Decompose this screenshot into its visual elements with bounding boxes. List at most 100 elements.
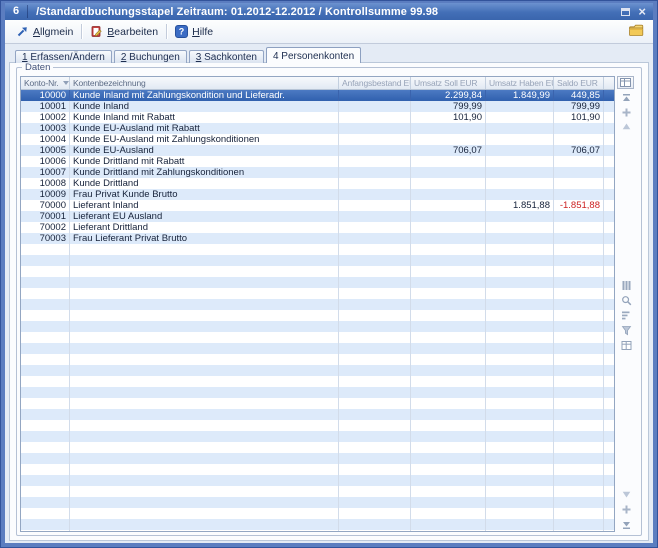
table-row-empty[interactable] — [21, 497, 614, 508]
table-row[interactable]: 10009Frau Privat Kunde Brutto — [21, 189, 614, 200]
hilfe-label: Hilfe — [192, 26, 213, 38]
cell-konto: 10004 — [21, 134, 70, 145]
table-row[interactable]: 10005Kunde EU-Ausland706,07706,07 — [21, 145, 614, 156]
table-row-empty[interactable] — [21, 486, 614, 497]
cell-soll — [411, 178, 486, 189]
cell-saldo: 449,85 — [554, 90, 604, 101]
title-bar[interactable]: 6 /Standardbuchungsstapel Zeitraum: 01.2… — [5, 3, 653, 20]
table-row-empty[interactable] — [21, 343, 614, 354]
cell-anfangsbestand — [339, 101, 411, 112]
table-row[interactable]: 10000Kunde Inland mit Zahlungskondition … — [21, 90, 614, 101]
filter-icon[interactable] — [620, 324, 633, 336]
table-row-empty[interactable] — [21, 266, 614, 277]
column-header-kontenbezeichnung[interactable]: Kontenbezeichnung — [70, 77, 339, 89]
groupbox-label: Daten — [22, 62, 53, 73]
cell-saldo — [554, 398, 604, 409]
table-row-empty[interactable] — [21, 508, 614, 519]
table-row-empty[interactable] — [21, 420, 614, 431]
cell-konto — [21, 310, 70, 321]
table-row-empty[interactable] — [21, 288, 614, 299]
tab-sachkonten[interactable]: 3 Sachkonten — [189, 50, 264, 63]
table-row[interactable]: 70000Lieferant Inland1.851,88-1.851,88 — [21, 200, 614, 211]
tab-buchungen[interactable]: 2 Buchungen — [114, 50, 187, 63]
column-chooser-button[interactable] — [617, 76, 634, 89]
cell-konto: 70002 — [21, 222, 70, 233]
cell-saldo — [554, 233, 604, 244]
restore-button[interactable] — [621, 8, 630, 16]
cell-saldo — [554, 453, 604, 464]
allgemein-button[interactable]: Allgmein — [10, 23, 79, 40]
table-row-empty[interactable] — [21, 310, 614, 321]
table-row-empty[interactable] — [21, 354, 614, 365]
go-first-icon[interactable] — [620, 92, 633, 104]
close-button[interactable]: × — [638, 6, 646, 17]
table-row[interactable]: 10001Kunde Inland799,99799,99 — [21, 101, 614, 112]
cell-soll — [411, 398, 486, 409]
table-row-empty[interactable] — [21, 519, 614, 530]
table-row[interactable]: 10002Kunde Inland mit Rabatt101,90101,90 — [21, 112, 614, 123]
hilfe-button[interactable]: ? Hilfe — [169, 23, 219, 40]
folder-icon[interactable] — [628, 24, 645, 42]
scroll-up-icon[interactable] — [620, 120, 633, 132]
cell-haben — [486, 332, 554, 343]
column-header-konto-nr[interactable]: Konto-Nr. — [21, 77, 70, 89]
cell-konto — [21, 343, 70, 354]
cell-soll — [411, 508, 486, 519]
table-row[interactable]: 70001Lieferant EU Ausland — [21, 211, 614, 222]
table-row[interactable]: 10007Kunde Drittland mit Zahlungskonditi… — [21, 167, 614, 178]
window-content: 1 Erfassen/Ändern 2 Buchungen 3 Sachkont… — [5, 44, 653, 543]
cell-haben — [486, 475, 554, 486]
table-row-empty[interactable] — [21, 398, 614, 409]
table-row-empty[interactable] — [21, 475, 614, 486]
tab-personenkonten[interactable]: 4 Personenkonten — [266, 47, 361, 63]
bearbeiten-button[interactable]: Bearbeiten — [84, 23, 164, 40]
table-row-empty[interactable] — [21, 409, 614, 420]
tab-strip: 1 Erfassen/Ändern 2 Buchungen 3 Sachkont… — [15, 47, 363, 63]
cell-soll — [411, 134, 486, 145]
column-header-umsatz-soll[interactable]: Umsatz Soll EUR — [411, 77, 486, 89]
sort-icon[interactable] — [620, 309, 633, 321]
scroll-down-icon[interactable] — [620, 488, 633, 500]
table-row-empty[interactable] — [21, 365, 614, 376]
table-row[interactable]: 70002Lieferant Drittland — [21, 222, 614, 233]
table-export-icon[interactable] — [620, 339, 633, 351]
table-row-empty[interactable] — [21, 321, 614, 332]
table-row[interactable]: 10008Kunde Drittland — [21, 178, 614, 189]
table-row-empty[interactable] — [21, 299, 614, 310]
table-row-empty[interactable] — [21, 376, 614, 387]
columns-icon[interactable] — [620, 279, 633, 291]
cell-bezeichnung — [70, 409, 339, 420]
cell-bezeichnung — [70, 387, 339, 398]
table-row[interactable]: 10003Kunde EU-Ausland mit Rabatt — [21, 123, 614, 134]
table-row-empty[interactable] — [21, 530, 614, 531]
table-row-empty[interactable] — [21, 442, 614, 453]
cell-konto: 70000 — [21, 200, 70, 211]
tab-erfassen-aendern[interactable]: 1 Erfassen/Ändern — [15, 50, 112, 63]
column-header-saldo[interactable]: Saldo EUR — [554, 77, 604, 89]
table-row-empty[interactable] — [21, 453, 614, 464]
search-icon[interactable] — [620, 294, 633, 306]
plus-top-icon[interactable] — [620, 106, 633, 118]
table-row[interactable]: 10006Kunde Drittland mit Rabatt — [21, 156, 614, 167]
cell-bezeichnung — [70, 508, 339, 519]
column-header-anfangsbestand[interactable]: Anfangsbestand EUR — [339, 77, 411, 89]
table-row[interactable]: 10004Kunde EU-Ausland mit Zahlungskondit… — [21, 134, 614, 145]
table-row-empty[interactable] — [21, 431, 614, 442]
plus-bottom-icon[interactable] — [620, 503, 633, 515]
cell-bezeichnung — [70, 530, 339, 531]
table-row-empty[interactable] — [21, 464, 614, 475]
column-header-umsatz-haben[interactable]: Umsatz Haben EUR — [486, 77, 554, 89]
cell-haben — [486, 387, 554, 398]
table-row-empty[interactable] — [21, 244, 614, 255]
go-last-icon[interactable] — [620, 518, 633, 530]
cell-anfangsbestand — [339, 134, 411, 145]
table-row-empty[interactable] — [21, 387, 614, 398]
cell-saldo — [554, 343, 604, 354]
table-row-empty[interactable] — [21, 277, 614, 288]
cell-konto — [21, 398, 70, 409]
cell-saldo — [554, 178, 604, 189]
table-row-empty[interactable] — [21, 255, 614, 266]
cell-konto: 10003 — [21, 123, 70, 134]
table-row-empty[interactable] — [21, 332, 614, 343]
table-row[interactable]: 70003Frau Lieferant Privat Brutto — [21, 233, 614, 244]
